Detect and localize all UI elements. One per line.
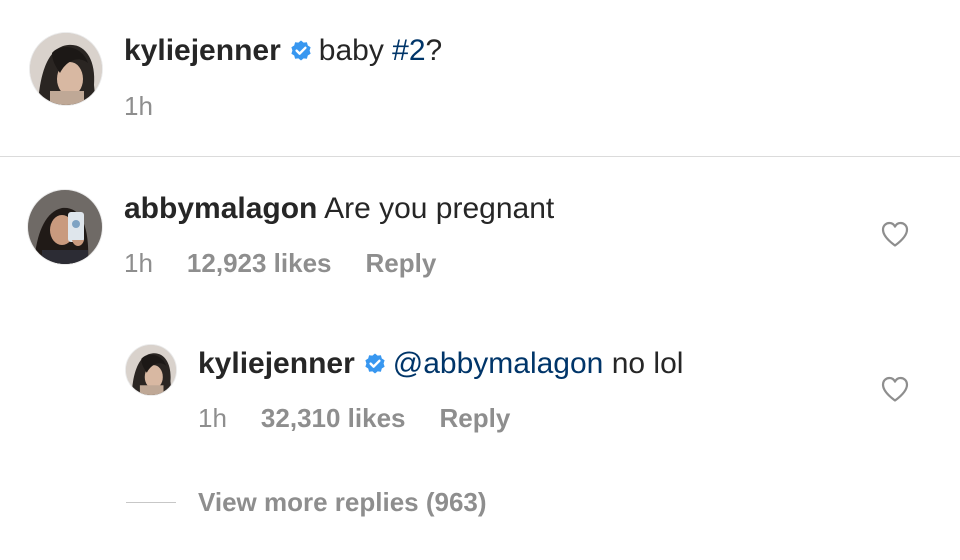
comments-page: kyliejenner baby #2? 1h abbymalagon Are y…	[0, 0, 960, 560]
comment-line: abbymalagon Are you pregnant	[124, 191, 554, 227]
reply-timestamp: 1h	[198, 403, 227, 433]
reply-like-button[interactable]	[880, 375, 910, 403]
comment-timestamp: 1h	[124, 248, 153, 278]
heart-outline-icon	[881, 376, 909, 402]
reply-reply-button[interactable]: Reply	[440, 403, 511, 433]
view-more-divider	[126, 502, 176, 503]
caption-timestamp: 1h	[124, 91, 153, 121]
profile-photo-icon	[28, 190, 102, 264]
profile-photo-icon	[126, 345, 176, 395]
reply-line: kyliejenner @abbymalagon no lol	[198, 346, 683, 382]
reply-meta: 1h 32,310 likes Reply	[198, 402, 510, 434]
reply-text: no lol	[603, 347, 684, 380]
caption-text-end: ?	[425, 34, 443, 67]
comment-likes-count[interactable]: 12,923 likes	[187, 248, 332, 278]
verified-badge-icon	[289, 39, 313, 63]
caption-text: baby	[318, 34, 393, 67]
caption-username[interactable]: kyliejenner	[124, 34, 281, 67]
comment-text: Are you pregnant	[324, 192, 555, 225]
caption-line: kyliejenner baby #2?	[124, 33, 442, 69]
comment-like-button[interactable]	[880, 220, 910, 248]
comment-reply-button[interactable]: Reply	[366, 248, 437, 278]
reply-mention[interactable]: @abbymalagon	[393, 347, 604, 380]
comment-author-avatar[interactable]	[28, 190, 102, 264]
caption-meta: 1h	[124, 90, 153, 122]
verified-badge-icon	[363, 352, 387, 376]
view-more-replies-button[interactable]: View more replies (963)	[198, 486, 487, 518]
profile-photo-icon	[30, 33, 102, 105]
reply-author-avatar[interactable]	[126, 345, 176, 395]
comment-meta: 1h 12,923 likes Reply	[124, 247, 436, 279]
comment-username[interactable]: abbymalagon	[124, 192, 317, 225]
caption-divider	[0, 156, 960, 157]
reply-likes-count[interactable]: 32,310 likes	[261, 403, 406, 433]
caption-hashtag[interactable]: #2	[392, 34, 425, 67]
caption-author-avatar[interactable]	[30, 33, 102, 105]
reply-username[interactable]: kyliejenner	[198, 347, 355, 380]
heart-outline-icon	[881, 221, 909, 247]
